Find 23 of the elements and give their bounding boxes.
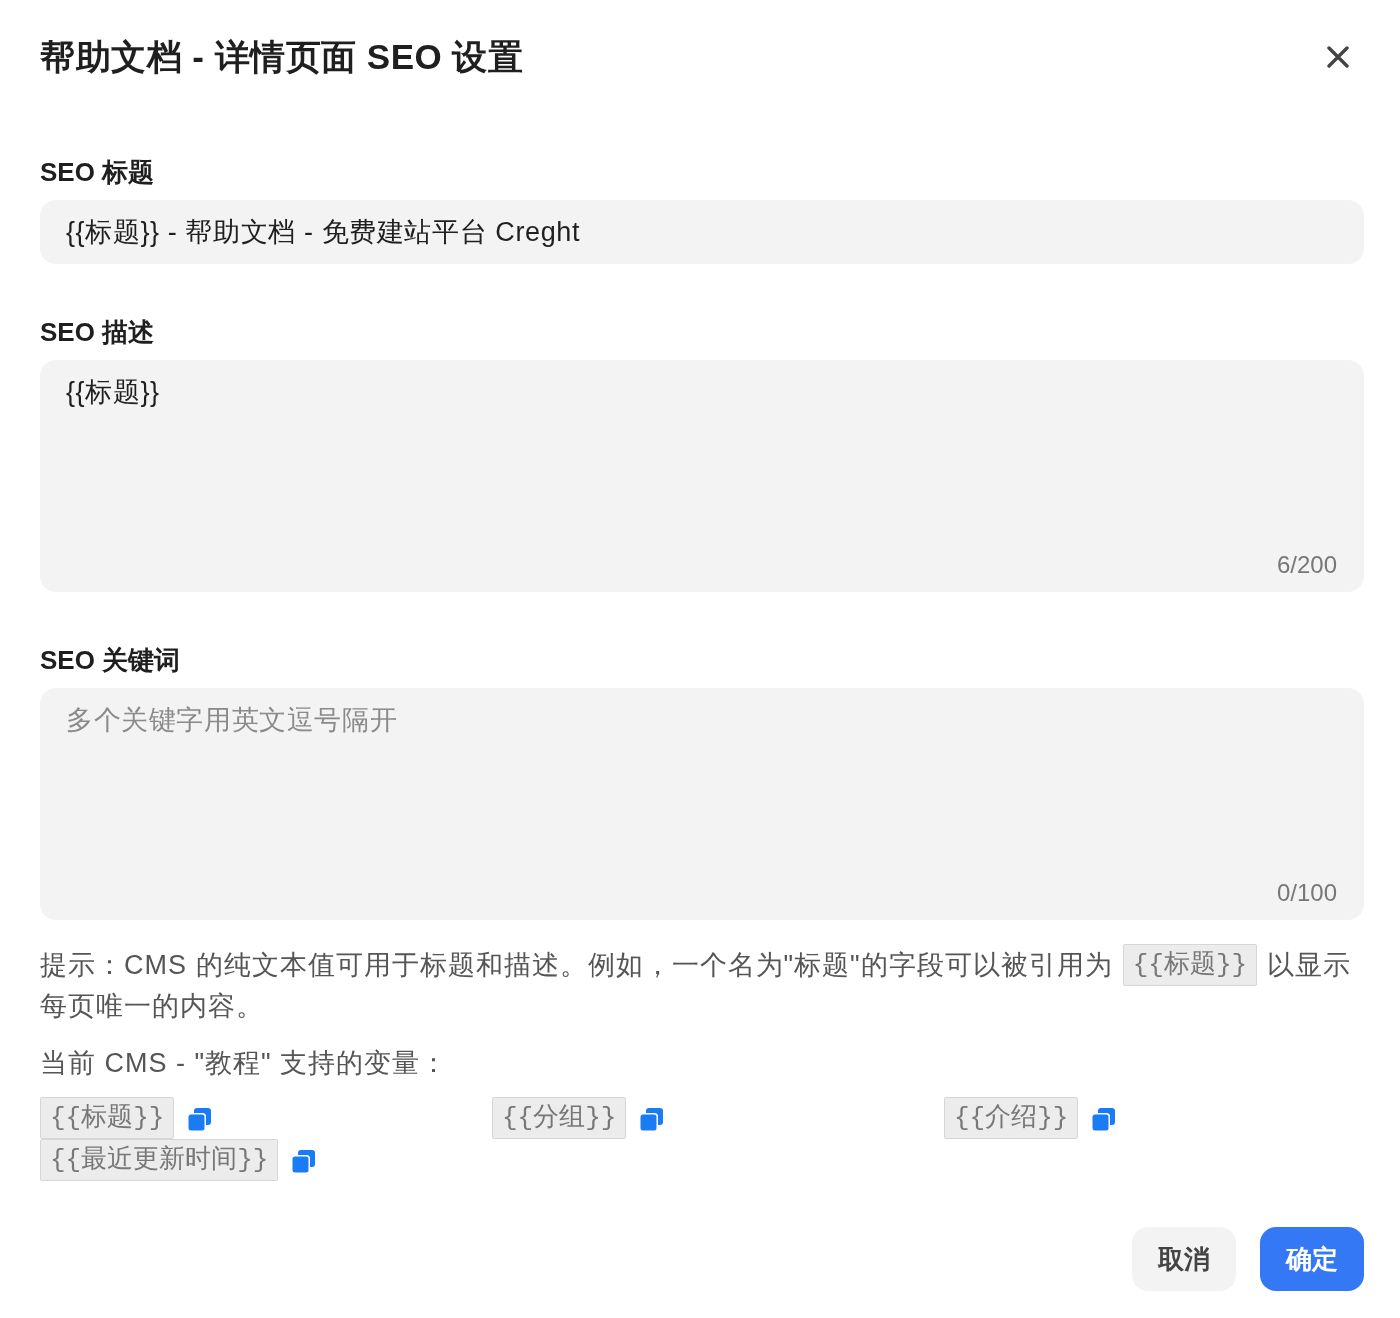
field-label: SEO 标题 — [40, 156, 156, 189]
close-icon[interactable] — [1327, 46, 1349, 68]
text-input-field[interactable]: {{标题}} - 帮助文档 - 免费建站平台 Creght — [40, 200, 1364, 264]
dialog-title: 帮助文档 - 详情页面 SEO 设置 — [40, 36, 524, 78]
copy-icon[interactable] — [638, 1107, 665, 1133]
variable-code-chip: {{标题}} — [40, 1097, 175, 1139]
field-label: SEO 描述 — [40, 316, 156, 349]
variable-code-chip: {{最近更新时间}} — [40, 1139, 279, 1181]
field-label: SEO 关键词 — [40, 644, 182, 677]
character-counter: 0/100 — [1276, 878, 1337, 908]
hint-text: 每页唯一的内容。 — [40, 990, 264, 1023]
variable-code-chip: {{介绍}} — [944, 1097, 1079, 1139]
character-counter: 6/200 — [1276, 550, 1337, 580]
variables-label: 当前 CMS - "教程" 支持的变量： — [40, 1047, 450, 1080]
variable-code-chip: {{标题}} — [1122, 944, 1258, 986]
cancel-button[interactable]: 取消 — [1132, 1227, 1236, 1291]
copy-icon[interactable] — [186, 1107, 213, 1133]
copy-icon[interactable] — [1090, 1107, 1117, 1133]
copy-icon[interactable] — [290, 1149, 317, 1175]
variable-code-chip: {{分组}} — [492, 1097, 627, 1139]
hint-text: 以显示 — [1267, 948, 1352, 982]
confirm-button[interactable]: 确定 — [1260, 1227, 1364, 1291]
hint-text: 提示：CMS 的纯文本值可用于标题和描述。例如，一个名为"标题"的字段可以被引用为 — [40, 948, 1113, 982]
